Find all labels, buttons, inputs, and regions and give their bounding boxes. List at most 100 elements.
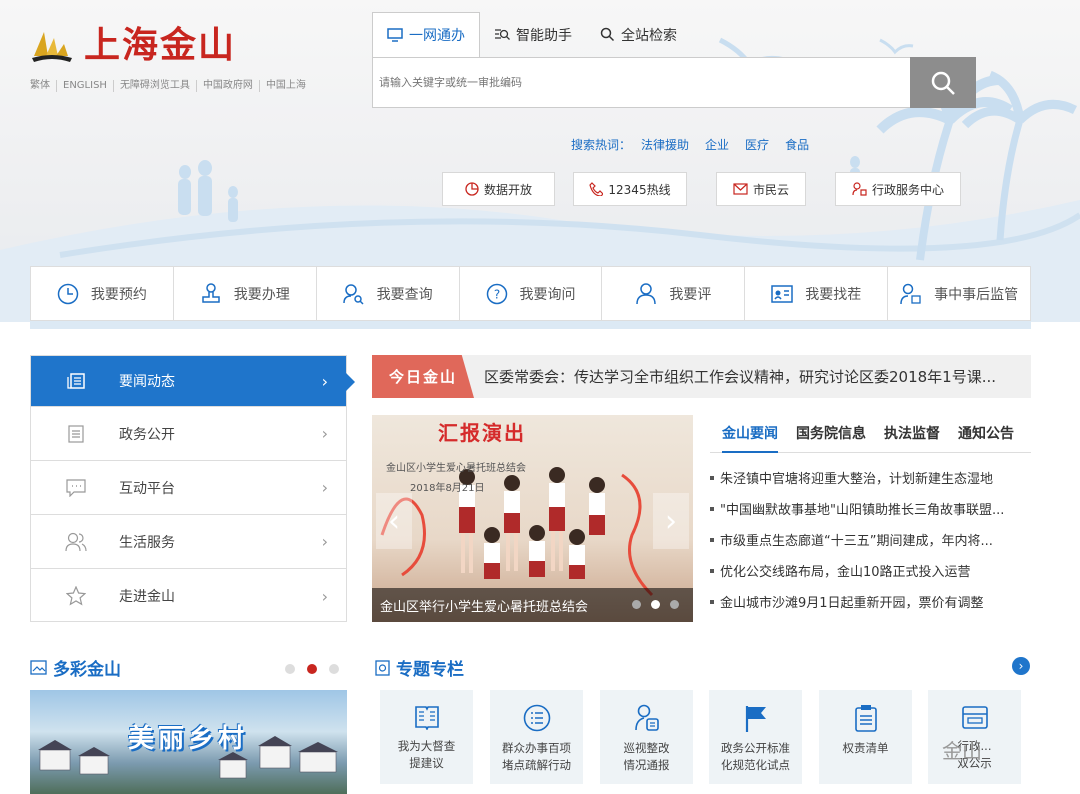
site-logo[interactable]: 上海金山 xyxy=(30,24,236,68)
service-center-button[interactable]: 行政服务中心 xyxy=(835,172,961,206)
more-topics-button[interactable]: › xyxy=(1012,657,1030,675)
topic-label: 权责清单 xyxy=(842,741,889,755)
hot-word[interactable]: 企业 xyxy=(705,136,729,153)
hotline-label: 12345热线 xyxy=(608,182,671,197)
link-shanghai[interactable]: 中国上海 xyxy=(260,80,312,92)
carousel-dot[interactable] xyxy=(632,600,641,609)
list-item[interactable]: "中国幽默故事基地"山阳镇助推长三角故事联盟... xyxy=(710,499,1031,530)
id-card-icon xyxy=(771,284,793,303)
sidebar-item-news[interactable]: 要闻动态 › xyxy=(31,356,355,407)
people-icon xyxy=(65,532,87,551)
service-evaluate-label: 我要评 xyxy=(669,286,712,303)
data-open-label: 数据开放 xyxy=(483,182,532,197)
carousel-prev-button[interactable]: ‹ xyxy=(376,493,412,549)
link-gov-cn[interactable]: 中国政府网 xyxy=(197,80,260,92)
image-icon xyxy=(30,660,47,675)
list-item[interactable]: 优化公交线路布局，金山10路正式投入运营 xyxy=(710,561,1031,592)
chevron-right-icon: › xyxy=(321,586,328,606)
citizen-cloud-button[interactable]: 市民云 xyxy=(716,172,806,206)
ticker-headline[interactable]: 区委常委会：传达学习全市组织工作会议精神，研究讨论区委2018年1号课... xyxy=(484,366,1024,387)
search-button[interactable] xyxy=(910,57,976,108)
topic-card[interactable]: 政务公开标准 化规范化试点 xyxy=(709,690,802,784)
sidebar-item-label: 要闻动态 xyxy=(119,374,175,390)
carousel-dot[interactable] xyxy=(329,664,339,674)
today-ticker[interactable]: 今日金山 区委常委会：传达学习全市组织工作会议精神，研究讨论区委2018年1号课… xyxy=(372,355,1031,398)
news-list: 朱泾镇中官塘将迎重大整治，计划新建生态湿地 "中国幽默故事基地"山阳镇助推长三角… xyxy=(710,468,1031,623)
link-accessibility[interactable]: 无障碍浏览工具 xyxy=(114,80,197,92)
carousel-dots xyxy=(622,600,679,609)
robot-search-icon xyxy=(495,28,510,40)
tab-smart-assistant[interactable]: 智能助手 xyxy=(480,12,586,57)
news-carousel[interactable]: 汇报演出 金山区小学生爱心暑托班总结会 2018年8月21日 ‹ › 金山区举行… xyxy=(372,415,693,622)
sidebar-item-about[interactable]: 走进金山 › xyxy=(31,569,346,623)
tab-site-search[interactable]: 全站检索 xyxy=(586,12,691,57)
sidebar-item-label: 走进金山 xyxy=(119,589,175,605)
mail-icon xyxy=(733,183,748,195)
data-open-button[interactable]: 数据开放 xyxy=(442,172,555,206)
list-item[interactable]: 朱泾镇中官塘将迎重大整治，计划新建生态湿地 xyxy=(710,468,1031,499)
carousel-banner-subtitle: 金山区小学生爱心暑托班总结会 xyxy=(386,463,526,474)
topic-card[interactable]: 群众办事百项 堵点疏解行动 xyxy=(490,690,583,784)
colorful-photo[interactable]: 美丽乡村 xyxy=(30,690,347,794)
tab-state-council[interactable]: 国务院信息 xyxy=(796,415,866,453)
supervise-icon xyxy=(900,283,921,304)
logo-icon xyxy=(32,32,72,62)
topic-card[interactable]: 我为大督查 提建议 xyxy=(380,690,473,784)
chevron-right-icon: › xyxy=(321,371,328,391)
topic-card[interactable]: 巡视整改 情况通报 xyxy=(600,690,693,784)
carousel-dot[interactable] xyxy=(307,664,317,674)
carousel-dot[interactable] xyxy=(651,600,660,609)
search-tabs: 一网通办 智能助手 全站检索 xyxy=(372,12,691,57)
tab-law-enforcement[interactable]: 执法监督 xyxy=(884,415,940,453)
tab-one-network[interactable]: 一网通办 xyxy=(372,12,480,57)
photo-title: 美丽乡村 xyxy=(128,724,249,754)
service-appointment[interactable]: 我要预约 xyxy=(31,267,174,320)
service-report-label: 我要找茬 xyxy=(805,286,862,303)
link-english[interactable]: ENGLISH xyxy=(57,80,114,92)
tab-site-search-label: 全站检索 xyxy=(621,27,677,44)
tab-jinshan-news[interactable]: 金山要闻 xyxy=(722,415,778,453)
sidebar-item-life-service[interactable]: 生活服务 › xyxy=(31,515,346,569)
service-report[interactable]: 我要找茬 xyxy=(745,267,889,320)
hot-word[interactable]: 医疗 xyxy=(745,136,769,153)
phone-icon xyxy=(589,182,604,196)
carousel-next-button[interactable]: › xyxy=(653,493,689,549)
wallet-icon xyxy=(961,706,988,729)
sidebar-item-label: 生活服务 xyxy=(119,534,175,551)
star-icon xyxy=(66,586,86,606)
carousel-dot[interactable] xyxy=(285,664,295,674)
list-item[interactable]: 金山城市沙滩9月1日起重新开园，票价有调整 xyxy=(710,592,1031,623)
tab-notices[interactable]: 通知公告 xyxy=(958,415,1014,453)
chat-icon xyxy=(66,478,86,497)
list-item[interactable]: 市级重点生态廊道“十三五”期间建成，年内将... xyxy=(710,530,1031,561)
service-ask[interactable]: ? 我要询问 xyxy=(460,267,603,320)
search-input[interactable] xyxy=(373,58,909,107)
sidebar-item-gov-open[interactable]: 政务公开 › xyxy=(31,407,346,461)
carousel-dot[interactable] xyxy=(670,600,679,609)
topic-icon xyxy=(375,659,390,676)
site-name: 上海金山 xyxy=(84,25,237,66)
service-handle[interactable]: 我要办理 xyxy=(174,267,317,320)
service-query[interactable]: 我要查询 xyxy=(317,267,460,320)
topic-card[interactable]: 权责清单 xyxy=(819,690,912,784)
topics-section-title: 专题专栏 xyxy=(375,655,464,680)
hotline-button[interactable]: 12345热线 xyxy=(573,172,687,206)
carousel-banner-date: 2018年8月21日 xyxy=(410,483,485,494)
sidebar: 要闻动态 › 政务公开 › 互动平台 › 生活服务 › 走进金山 › xyxy=(30,355,355,623)
link-traditional[interactable]: 繁体 xyxy=(30,80,57,92)
search-icon xyxy=(931,71,955,95)
service-ask-label: 我要询问 xyxy=(519,286,576,303)
sidebar-item-interaction[interactable]: 互动平台 › xyxy=(31,461,346,515)
topic-label: 我为大督查 提建议 xyxy=(397,739,456,770)
service-evaluate[interactable]: 我要评 xyxy=(602,267,746,320)
topic-label: 巡视整改 情况通报 xyxy=(623,741,670,772)
colorful-title-text: 多彩金山 xyxy=(53,660,121,680)
question-icon: ? xyxy=(486,283,507,304)
colorful-dots xyxy=(285,664,351,674)
service-supervise[interactable]: 事中事后监管 xyxy=(888,267,1030,320)
service-query-label: 我要查询 xyxy=(376,286,433,303)
hot-word[interactable]: 食品 xyxy=(785,136,809,153)
sidebar-item-label: 互动平台 xyxy=(119,480,175,497)
hot-word[interactable]: 法律援助 xyxy=(641,136,689,153)
top-links: 繁体 ENGLISH 无障碍浏览工具 中国政府网 中国上海 xyxy=(30,80,312,92)
